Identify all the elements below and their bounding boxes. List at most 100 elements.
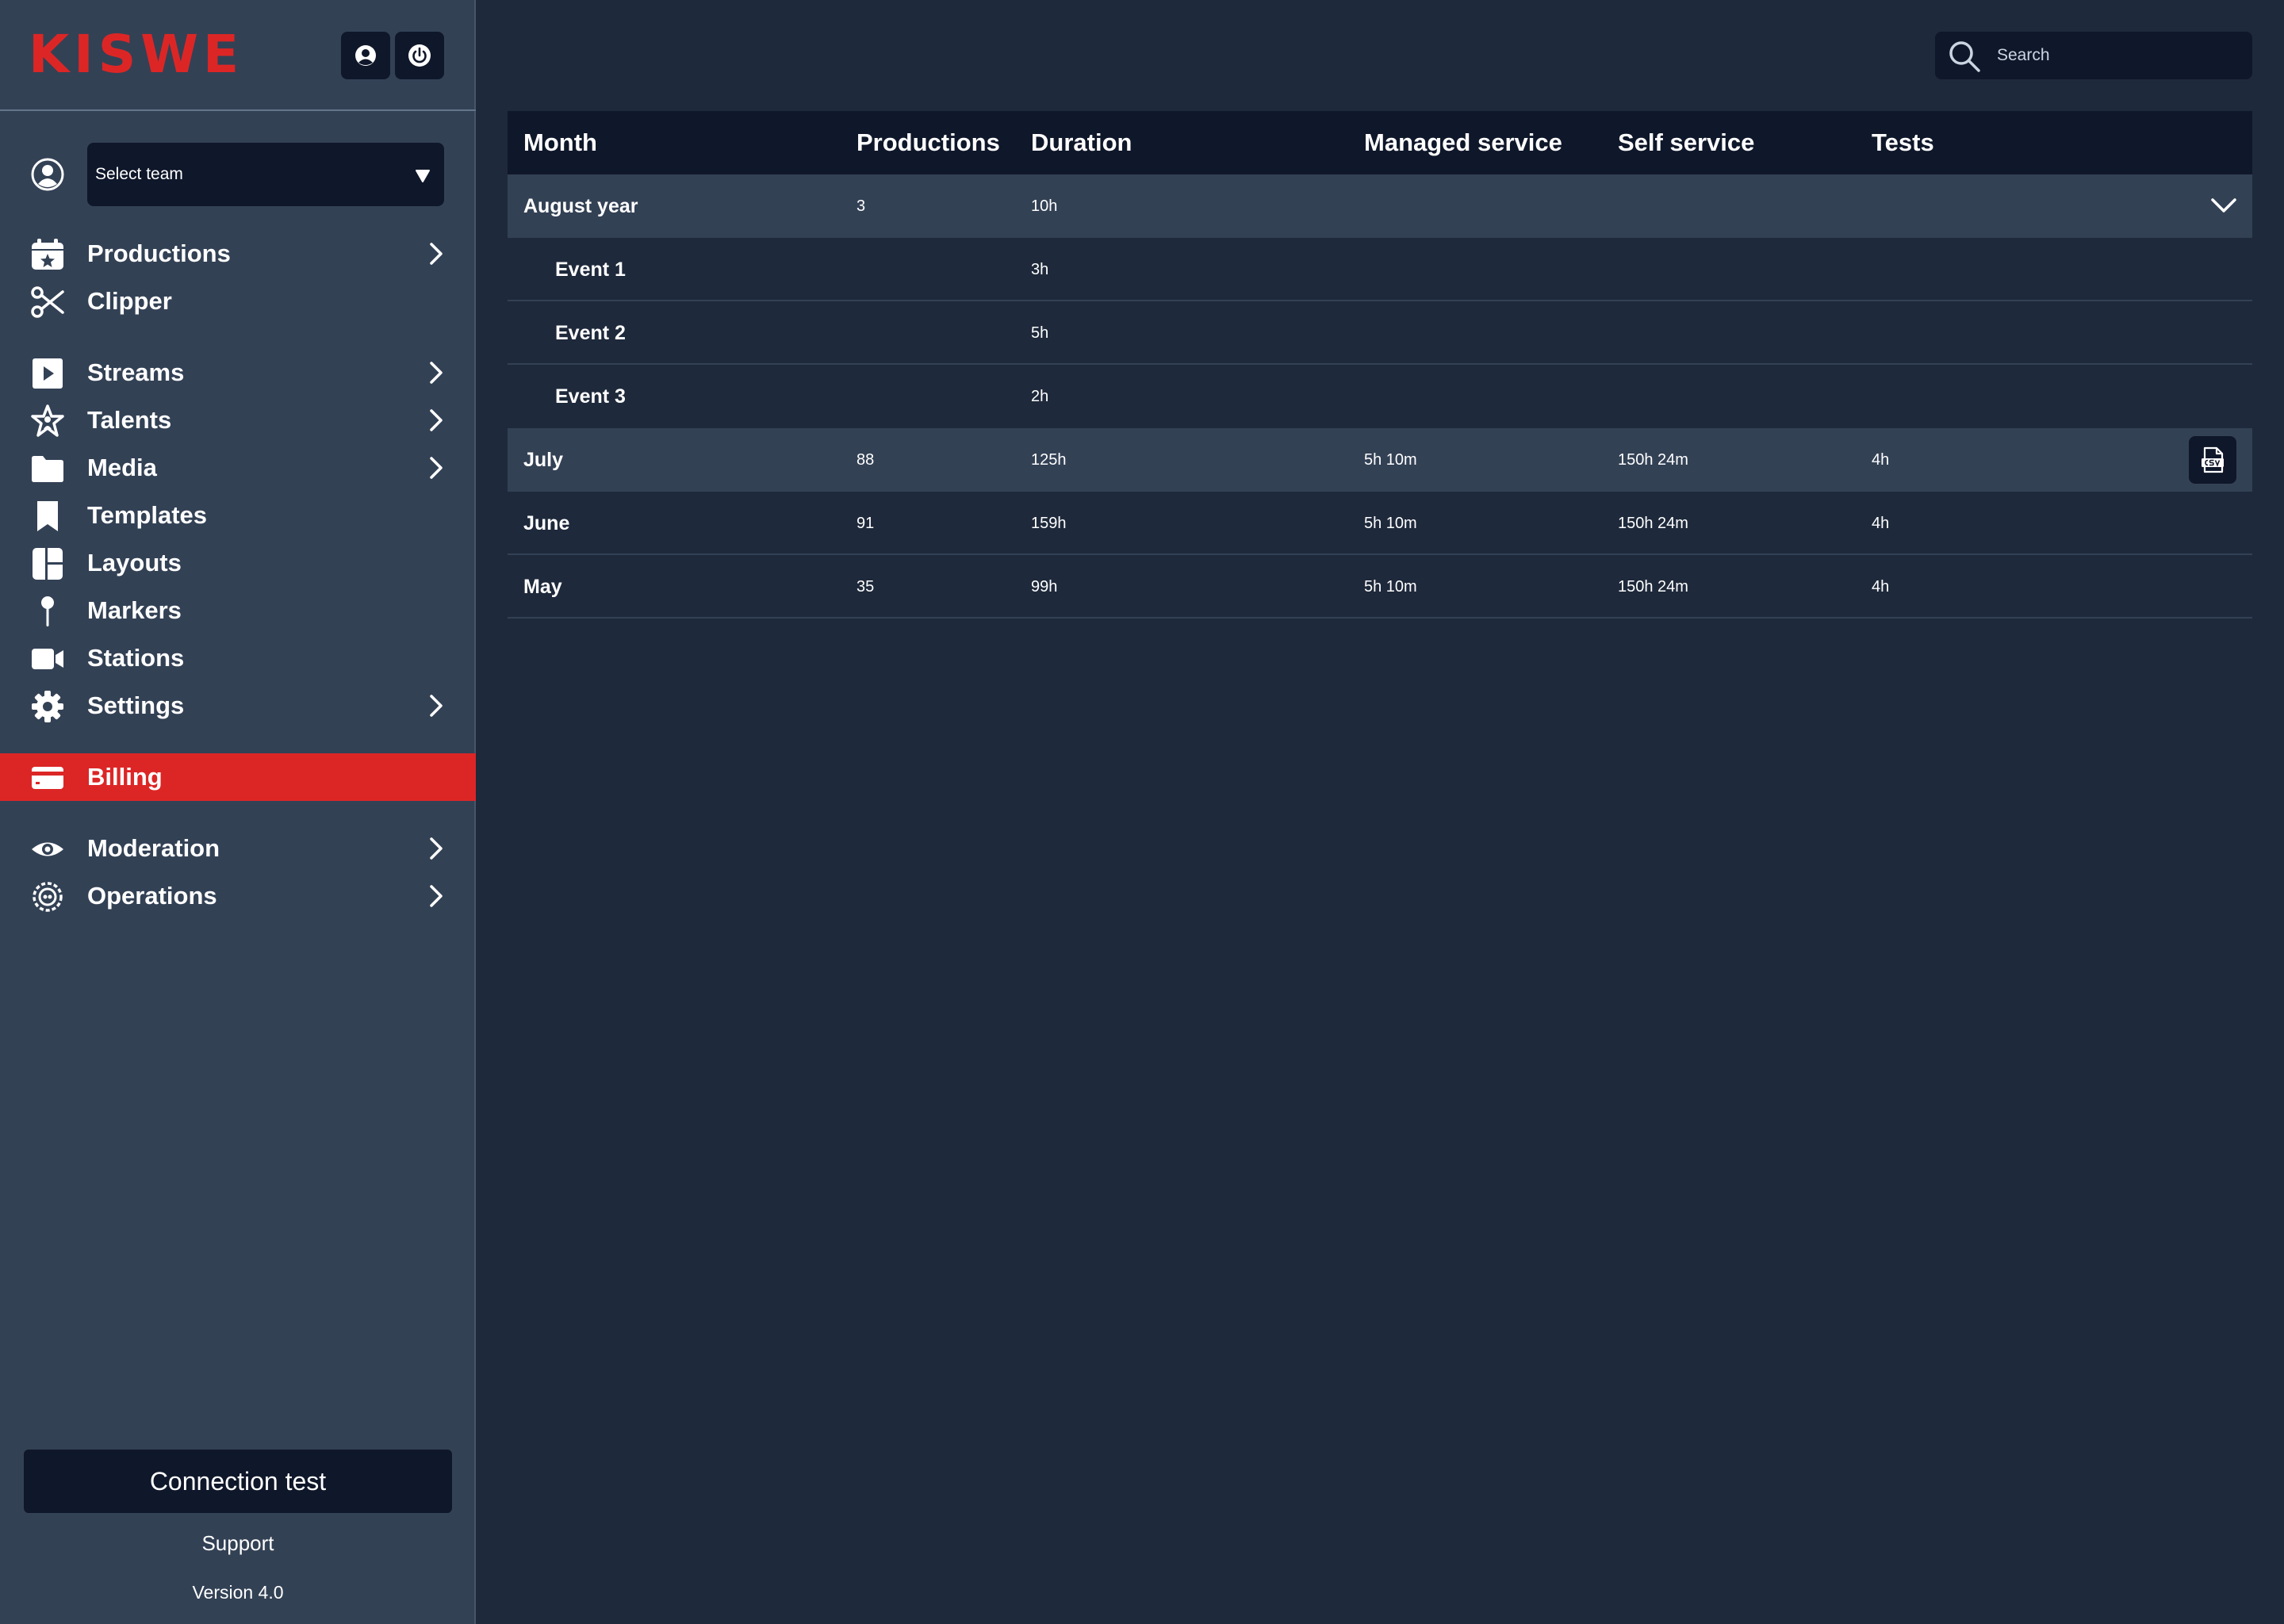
table-row-august[interactable]: August year 3 10h <box>508 174 2252 238</box>
nav-item-templates[interactable]: Templates <box>0 492 476 539</box>
nav-item-settings[interactable]: Settings <box>0 682 476 730</box>
calendar-star-icon <box>32 239 63 270</box>
column-header-self-service[interactable]: Self service <box>1618 111 1754 174</box>
chevron-down-icon[interactable] <box>2209 192 2238 220</box>
cell-productions: 35 <box>856 578 875 596</box>
nav-label-operations: Operations <box>87 882 217 910</box>
cell-productions: 88 <box>856 451 875 469</box>
video-camera-icon <box>32 649 63 669</box>
chevron-right-icon <box>430 362 443 384</box>
nav-label-settings: Settings <box>87 691 185 719</box>
cell-duration: 10h <box>1031 197 1058 215</box>
nav-label-media: Media <box>87 454 157 481</box>
table-row-event[interactable]: Event 2 5h <box>508 301 2252 365</box>
table-row-may[interactable]: May 35 99h 5h 10m 150h 24m 4h <box>508 555 2252 619</box>
billing-table: Month Productions Duration Managed servi… <box>508 111 2252 619</box>
table-row-event[interactable]: Event 1 3h <box>508 238 2252 301</box>
cell-productions: 91 <box>856 515 875 532</box>
nav-label-productions: Productions <box>87 239 231 267</box>
chevron-right-icon <box>430 695 443 717</box>
nav-item-billing[interactable]: Billing <box>0 753 476 801</box>
credit-card-icon <box>32 767 63 789</box>
cell-duration: 5h <box>1031 324 1049 342</box>
cell-duration: 125h <box>1031 451 1067 469</box>
nav-item-stations[interactable]: Stations <box>0 634 476 682</box>
cell-event-name: Event 3 <box>555 385 626 408</box>
cell-self: 150h 24m <box>1618 515 1688 532</box>
nav-item-layouts[interactable]: Layouts <box>0 539 476 587</box>
bookmark-icon <box>37 501 58 531</box>
cell-managed: 5h 10m <box>1364 578 1417 596</box>
brand-bar: KISWE <box>0 0 476 111</box>
nav-item-media[interactable]: Media <box>0 444 476 492</box>
cell-month: June <box>523 512 570 534</box>
cell-productions: 3 <box>856 197 866 215</box>
user-circle-icon <box>355 45 376 66</box>
chevron-right-icon <box>430 837 443 860</box>
cell-managed: 5h 10m <box>1364 451 1417 469</box>
support-link[interactable]: Support <box>0 1527 476 1559</box>
table-header: Month Productions Duration Managed servi… <box>508 111 2252 174</box>
search-icon <box>1949 41 1980 72</box>
column-header-month[interactable]: Month <box>523 111 597 174</box>
team-select-value: Select team <box>95 165 183 183</box>
play-square-icon <box>33 358 63 389</box>
cell-event-name: Event 1 <box>555 259 626 281</box>
table-row-event[interactable]: Event 3 2h <box>508 365 2252 428</box>
column-header-productions[interactable]: Productions <box>856 111 1000 174</box>
version-label: Version 4.0 <box>192 1582 284 1603</box>
cell-month: July <box>523 449 564 471</box>
cell-month: August year <box>523 195 638 217</box>
csv-export-button[interactable] <box>2189 436 2236 484</box>
kiswe-logo[interactable]: KISWE <box>29 27 243 82</box>
cell-month: May <box>523 576 562 598</box>
team-selector-row: Select team <box>0 143 476 206</box>
chevron-right-icon <box>430 885 443 907</box>
team-select[interactable]: Select team <box>87 143 444 206</box>
chevron-right-icon <box>430 409 443 431</box>
connection-test-button[interactable]: Connection test <box>24 1450 452 1513</box>
chevron-right-icon <box>430 243 443 265</box>
layout-grid-icon <box>33 548 63 580</box>
table-row-july[interactable]: July 88 125h 5h 10m 150h 24m 4h <box>508 428 2252 492</box>
profile-button[interactable] <box>341 32 390 79</box>
column-header-duration[interactable]: Duration <box>1031 111 1132 174</box>
nav-item-moderation[interactable]: Moderation <box>0 825 476 872</box>
team-avatar-icon <box>31 158 64 191</box>
nav-label-streams: Streams <box>87 358 185 386</box>
chevron-right-icon <box>430 457 443 479</box>
search-box <box>1935 32 2252 79</box>
search-input[interactable] <box>1997 32 2235 79</box>
sidebar: KISWE Select team Productions Clipper St… <box>0 0 476 1624</box>
cell-duration: 3h <box>1031 261 1049 278</box>
column-header-managed-service[interactable]: Managed service <box>1364 111 1562 174</box>
nav-label-layouts: Layouts <box>87 549 182 576</box>
cell-self: 150h 24m <box>1618 578 1688 596</box>
star-person-icon <box>31 404 64 437</box>
cell-tests: 4h <box>1872 578 1890 596</box>
cell-self: 150h 24m <box>1618 451 1688 469</box>
cell-tests: 4h <box>1872 515 1890 532</box>
nav-item-clipper[interactable]: Clipper <box>0 278 476 325</box>
nav-item-productions[interactable]: Productions <box>0 230 476 278</box>
folder-icon <box>32 456 63 482</box>
nav-item-streams[interactable]: Streams <box>0 349 476 396</box>
table-row-june[interactable]: June 91 159h 5h 10m 150h 24m 4h <box>508 492 2252 555</box>
operations-gear-icon <box>33 882 63 912</box>
cell-event-name: Event 2 <box>555 322 626 344</box>
cell-tests: 4h <box>1872 451 1890 469</box>
power-icon <box>408 44 431 67</box>
cell-managed: 5h 10m <box>1364 515 1417 532</box>
nav-label-moderation: Moderation <box>87 834 220 862</box>
nav-item-operations[interactable]: Operations <box>0 872 476 920</box>
cell-duration: 99h <box>1031 578 1058 596</box>
pin-icon <box>41 596 54 626</box>
nav-item-talents[interactable]: Talents <box>0 396 476 444</box>
cell-duration: 159h <box>1031 515 1067 532</box>
column-header-tests[interactable]: Tests <box>1872 111 1934 174</box>
power-button[interactable] <box>395 32 444 79</box>
csv-file-icon <box>2202 446 2224 473</box>
nav-label-stations: Stations <box>87 644 185 672</box>
nav-label-templates: Templates <box>87 501 208 529</box>
nav-item-markers[interactable]: Markers <box>0 587 476 634</box>
